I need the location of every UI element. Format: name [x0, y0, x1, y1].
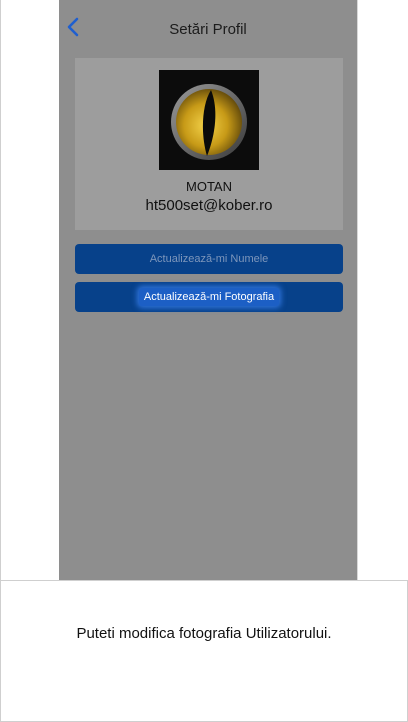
avatar[interactable]	[159, 70, 259, 170]
page-title: Setări Profil	[169, 21, 247, 38]
update-name-button[interactable]: Actualizează-mi Numele	[75, 244, 343, 274]
left-margin	[1, 0, 59, 580]
update-photo-button[interactable]: Actualizează-mi Fotografia	[75, 282, 343, 312]
profile-card: MOTAN ht500set@kober.ro	[75, 58, 343, 230]
app-header: Setări Profil	[59, 0, 357, 58]
update-photo-label: Actualizează-mi Fotografia	[138, 288, 280, 306]
user-name: MOTAN	[186, 179, 232, 194]
user-email: ht500set@kober.ro	[145, 197, 273, 214]
tutorial-frame: Setări Profil MOTAN ht500set@kober.ro Ac…	[0, 0, 408, 722]
phone-screen: Setări Profil MOTAN ht500set@kober.ro Ac…	[59, 0, 357, 580]
divider	[1, 580, 408, 581]
update-name-label: Actualizează-mi Numele	[149, 253, 269, 265]
instruction-caption: Puteti modifica fotografia Utilizatorulu…	[76, 625, 332, 642]
right-margin	[357, 0, 408, 580]
cat-eye-logo	[159, 70, 259, 170]
